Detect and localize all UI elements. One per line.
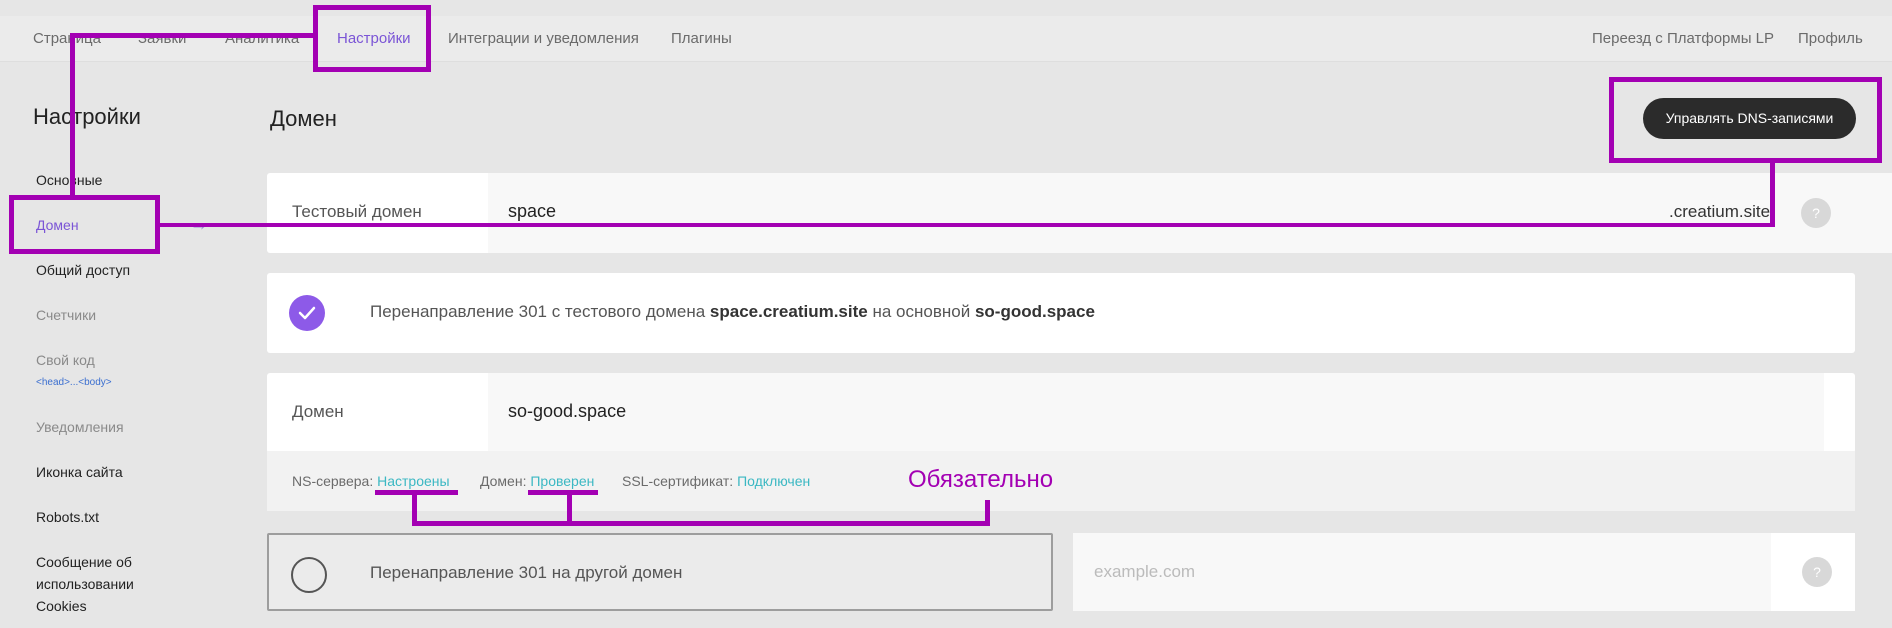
redirect-other-placeholder: example.com xyxy=(1094,562,1196,581)
nav-migrate-link[interactable]: Переезд с Платформы LP xyxy=(1592,16,1774,62)
domain-status-label: Домен: xyxy=(480,473,527,489)
domain-label: Домен xyxy=(292,402,344,421)
domain-status-value[interactable]: Проверен xyxy=(530,473,594,489)
ns-status-value[interactable]: Настроены xyxy=(377,473,449,489)
test-domain-value: space xyxy=(508,201,557,221)
ns-status-label: NS-сервера: xyxy=(292,473,374,489)
sidebar-item-cookies-line3: Cookies xyxy=(36,598,87,614)
ssl-status-label: SSL-сертификат: xyxy=(622,473,734,489)
ns-status: NS-сервера: Настроены xyxy=(292,473,450,489)
sidebar-item-custom-code[interactable]: Свой код xyxy=(36,352,95,368)
domain-card: Домен so-good.space xyxy=(267,373,1855,453)
annotation-line xyxy=(1770,163,1775,227)
redirect-test-text: Перенаправление 301 с тестового домена s… xyxy=(370,302,1095,322)
sidebar-item-counters[interactable]: Счетчики xyxy=(36,307,96,323)
domain-input[interactable]: so-good.space xyxy=(488,373,1824,453)
nav-profile-link[interactable]: Профиль xyxy=(1798,16,1863,62)
nav-tab-analytics[interactable]: Аналитика xyxy=(225,16,299,62)
test-domain-suffix: .creatium.site xyxy=(1669,202,1771,221)
domain-status: Домен: Проверен xyxy=(480,473,594,489)
sidebar-item-cookies-line2: использовании xyxy=(36,576,134,592)
domain-status-bar: NS-сервера: Настроены Домен: Проверен SS… xyxy=(267,451,1855,511)
nav-tab-page[interactable]: Страница xyxy=(33,16,101,62)
annotation-box-settings-tab xyxy=(313,5,431,72)
help-icon[interactable]: ? xyxy=(1802,557,1832,587)
redirect-other-label: Перенаправление 301 на другой домен xyxy=(370,563,683,582)
redirect-to: so-good.space xyxy=(974,302,1095,321)
ssl-status-value[interactable]: Подключен xyxy=(737,473,810,489)
sidebar-item-notifications[interactable]: Уведомления xyxy=(36,419,124,435)
nav-tab-integrations[interactable]: Интеграции и уведомления xyxy=(448,16,639,62)
test-domain-label: Тестовый домен xyxy=(292,202,422,221)
test-domain-card: Тестовый домен space .creatium.site ? xyxy=(267,173,1892,253)
page-title: Домен xyxy=(270,106,337,131)
nav-tab-plugins[interactable]: Плагины xyxy=(671,16,732,62)
redirect-test-card: Перенаправление 301 с тестового домена s… xyxy=(267,273,1855,353)
annotation-box-dns-button xyxy=(1609,77,1882,163)
checkbox-checked-icon[interactable] xyxy=(289,295,325,331)
redirect-from: space.creatium.site xyxy=(709,302,868,321)
sidebar-item-robots[interactable]: Robots.txt xyxy=(36,509,99,525)
redirect-other-card: Перенаправление 301 на другой домен xyxy=(267,533,1053,611)
redirect-other-input-card: example.com ? xyxy=(1073,533,1855,611)
annotation-underline xyxy=(528,490,598,495)
ssl-status: SSL-сертификат: Подключен xyxy=(622,473,810,489)
annotation-line xyxy=(412,521,990,526)
annotation-box-domain-item xyxy=(9,195,160,254)
sidebar-item-cookies-line1: Сообщение об xyxy=(36,554,132,570)
radio-unchecked-icon[interactable] xyxy=(291,557,327,593)
redirect-prefix: Перенаправление 301 с тестового домена xyxy=(370,302,706,321)
nav-tab-leads[interactable]: Заявки xyxy=(138,16,186,62)
domain-value: so-good.space xyxy=(508,401,627,421)
annotation-line xyxy=(70,33,75,195)
help-icon[interactable]: ? xyxy=(1801,198,1831,228)
annotation-required-text: Обязательно xyxy=(908,466,1054,493)
custom-code-hint: <head>...<body> xyxy=(36,377,112,388)
annotation-line xyxy=(160,223,1775,227)
sidebar-item-sharing[interactable]: Общий доступ xyxy=(36,262,130,278)
annotation-line xyxy=(70,33,313,38)
redirect-other-input[interactable]: example.com xyxy=(1073,533,1771,611)
redirect-middle: на основной xyxy=(872,302,971,321)
top-navigation: Страница Заявки Аналитика Настройки Инте… xyxy=(0,16,1892,62)
sidebar-item-favicon[interactable]: Иконка сайта xyxy=(36,464,123,480)
sidebar-title: Настройки xyxy=(33,104,141,129)
